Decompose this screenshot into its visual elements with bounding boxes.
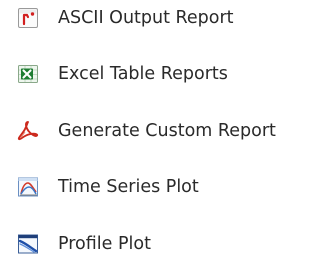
menu-item-label: Time Series Plot bbox=[58, 177, 199, 197]
menu-item-label: ASCII Output Report bbox=[58, 8, 234, 28]
time-series-plot-icon bbox=[16, 175, 40, 199]
ascii-report-icon bbox=[16, 6, 40, 30]
menu-item-ascii-output-report[interactable]: ASCII Output Report bbox=[0, 2, 336, 34]
menu-item-label: Excel Table Reports bbox=[58, 64, 228, 84]
menu-item-time-series-plot[interactable]: Time Series Plot bbox=[0, 171, 336, 203]
report-menu: ASCII Output Report Excel Table Reports … bbox=[0, 0, 336, 276]
menu-item-label: Profile Plot bbox=[58, 234, 151, 254]
pdf-icon bbox=[16, 119, 40, 143]
excel-icon bbox=[16, 62, 40, 86]
profile-plot-icon bbox=[16, 232, 40, 256]
menu-item-excel-table-reports[interactable]: Excel Table Reports bbox=[0, 58, 336, 90]
menu-item-label: Generate Custom Report bbox=[58, 121, 276, 141]
menu-item-profile-plot[interactable]: Profile Plot bbox=[0, 228, 336, 260]
menu-item-generate-custom-report[interactable]: Generate Custom Report bbox=[0, 115, 336, 147]
